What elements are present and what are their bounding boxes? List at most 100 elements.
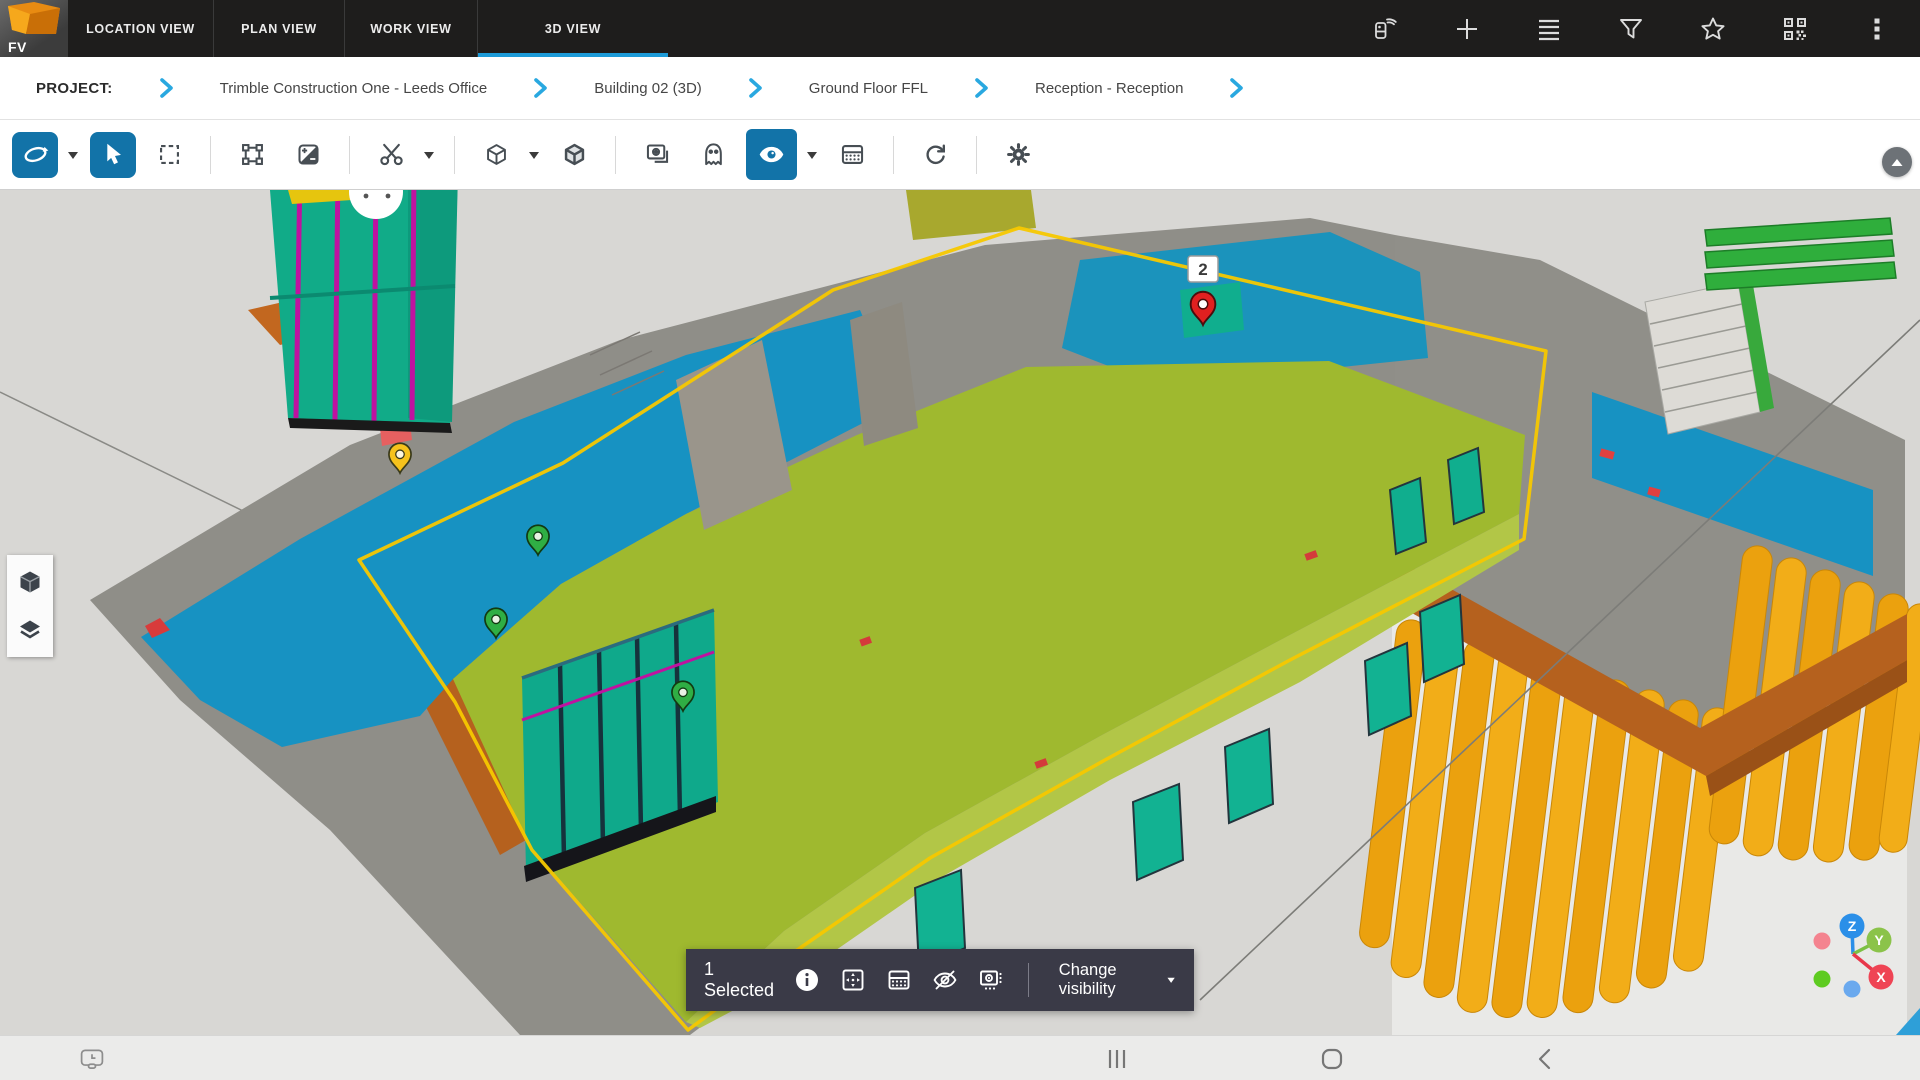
tab-plan-view[interactable]: PLAN VIEW xyxy=(214,0,345,57)
marquee-icon xyxy=(156,141,183,168)
settings-button[interactable] xyxy=(995,132,1041,178)
chevron-right-icon xyxy=(748,77,763,99)
refresh-button[interactable] xyxy=(912,132,958,178)
solid-view-button[interactable] xyxy=(551,132,597,178)
breadcrumb-item-building[interactable]: Building 02 (3D) xyxy=(594,80,702,97)
remote-connect-icon[interactable] xyxy=(1372,16,1398,42)
marquee-select-button[interactable] xyxy=(146,132,192,178)
info-button[interactable] xyxy=(794,965,820,995)
axis-x[interactable]: X xyxy=(1869,965,1894,990)
add-icon[interactable] xyxy=(1454,16,1480,42)
transform-tool-button[interactable] xyxy=(229,132,275,178)
recents-button[interactable] xyxy=(1087,1036,1147,1080)
breadcrumb-item-project[interactable]: Trimble Construction One - Leeds Office xyxy=(220,80,488,97)
ghost-icon xyxy=(700,141,727,168)
tab-3d-view[interactable]: 3D VIEW xyxy=(478,0,668,57)
dither-icon xyxy=(839,141,866,168)
scissors-icon xyxy=(378,141,405,168)
axis-y[interactable]: Y xyxy=(1867,928,1892,953)
3d-viewport[interactable]: 2 Z Y X xyxy=(0,190,1920,1035)
change-visibility-button[interactable]: Change visibility xyxy=(1059,961,1146,999)
chevron-right-icon xyxy=(974,77,989,99)
svg-text:X: X xyxy=(1876,969,1886,985)
dither-icon xyxy=(886,967,912,993)
visibility-dropdown-caret[interactable] xyxy=(805,150,819,160)
chevron-up-icon xyxy=(1891,158,1903,167)
recents-icon xyxy=(1104,1046,1130,1072)
back-button[interactable] xyxy=(1515,1036,1575,1080)
axis-x-negative[interactable] xyxy=(1814,933,1831,950)
chevron-right-icon xyxy=(1229,77,1244,99)
dither-tool-button[interactable] xyxy=(829,132,875,178)
toolbar-divider xyxy=(976,136,977,174)
chevron-right-icon xyxy=(159,77,174,99)
3d-model-scene[interactable]: 2 Z Y X xyxy=(0,190,1920,1035)
qr-scan-icon[interactable] xyxy=(1782,16,1808,42)
ghost-mode-button[interactable] xyxy=(690,132,736,178)
tab-location-view[interactable]: LOCATION VIEW xyxy=(68,0,214,57)
cut-dropdown-caret[interactable] xyxy=(422,150,436,160)
selection-count: 1 Selected xyxy=(704,959,774,1001)
solid-cube-icon xyxy=(561,141,588,168)
change-visibility-caret[interactable] xyxy=(1166,975,1176,985)
transform-icon xyxy=(239,141,266,168)
axis-z[interactable]: Z xyxy=(1840,914,1865,939)
refresh-icon xyxy=(922,141,949,168)
more-menu-icon[interactable] xyxy=(1864,16,1890,42)
view-tabs: LOCATION VIEW PLAN VIEW WORK VIEW 3D VIE… xyxy=(68,0,668,57)
chevron-right-icon xyxy=(533,77,548,99)
orbit-dropdown-caret[interactable] xyxy=(66,150,80,160)
image-overlay-button[interactable] xyxy=(634,132,680,178)
cut-tool-button[interactable] xyxy=(368,132,414,178)
contrast-tool-button[interactable] xyxy=(285,132,331,178)
breadcrumb: PROJECT: Trimble Construction One - Leed… xyxy=(0,57,1920,120)
cube-view-button[interactable] xyxy=(473,132,519,178)
image-eye-icon xyxy=(644,141,671,168)
topbar-actions xyxy=(1372,0,1920,57)
axis-z-negative[interactable] xyxy=(1844,981,1861,998)
dither-selection-button[interactable] xyxy=(886,965,912,995)
orbit-tool-button[interactable] xyxy=(12,132,58,178)
axis-y-negative[interactable] xyxy=(1814,971,1831,988)
hide-selection-button[interactable] xyxy=(932,965,958,995)
select-tool-button[interactable] xyxy=(90,132,136,178)
home-button[interactable] xyxy=(1302,1036,1362,1080)
isolate-selection-button[interactable] xyxy=(978,965,1004,995)
eye-off-icon xyxy=(932,967,958,993)
breadcrumb-item-floor[interactable]: Ground Floor FFL xyxy=(809,80,928,97)
plant-tower xyxy=(268,190,458,433)
fit-selection-button[interactable] xyxy=(840,965,866,995)
collapse-toolbar-button[interactable] xyxy=(1882,147,1912,177)
app-logo[interactable]: FV xyxy=(0,0,68,57)
visibility-tool-button[interactable] xyxy=(746,129,797,180)
view-options-panel xyxy=(7,555,53,657)
fit-selection-icon xyxy=(840,967,866,993)
model-cube-button[interactable] xyxy=(17,569,43,595)
screen-clock-button[interactable] xyxy=(62,1036,122,1080)
top-app-bar: FV LOCATION VIEW PLAN VIEW WORK VIEW 3D … xyxy=(0,0,1920,57)
back-icon xyxy=(1532,1046,1558,1072)
favorite-star-icon[interactable] xyxy=(1700,16,1726,42)
toolbar-divider xyxy=(349,136,350,174)
list-icon[interactable] xyxy=(1536,16,1562,42)
layers-icon xyxy=(17,617,43,643)
orbit-icon xyxy=(22,141,49,168)
toolbar-divider xyxy=(454,136,455,174)
home-icon xyxy=(1319,1046,1345,1072)
cube-filled-icon xyxy=(17,569,43,595)
layers-button[interactable] xyxy=(17,617,43,643)
cube-dropdown-caret[interactable] xyxy=(527,150,541,160)
selection-bar-divider xyxy=(1028,963,1029,997)
contrast-icon xyxy=(295,141,322,168)
svg-text:Y: Y xyxy=(1874,932,1884,948)
marker-label: 2 xyxy=(1198,260,1207,279)
tab-work-view[interactable]: WORK VIEW xyxy=(345,0,478,57)
toolbar-divider xyxy=(615,136,616,174)
toolbar-divider xyxy=(893,136,894,174)
filter-icon[interactable] xyxy=(1618,16,1644,42)
screen-clock-icon xyxy=(79,1046,105,1072)
breadcrumb-prefix: PROJECT: xyxy=(36,80,113,97)
eye-icon xyxy=(758,141,785,168)
breadcrumb-item-room[interactable]: Reception - Reception xyxy=(1035,80,1183,97)
cube-icon xyxy=(483,141,510,168)
